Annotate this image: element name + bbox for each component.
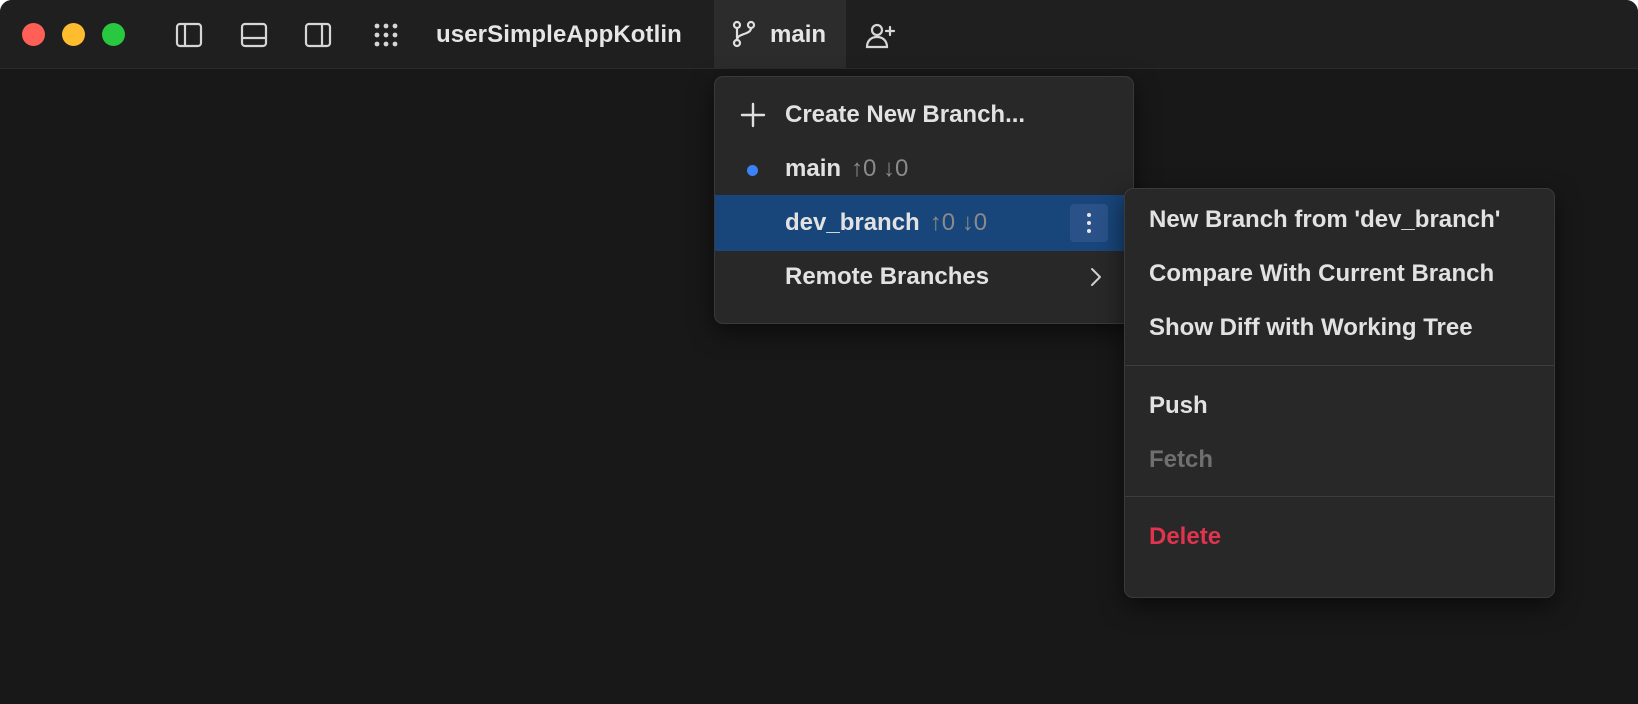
grid-dots-icon[interactable]	[370, 19, 402, 51]
remote-branches-item[interactable]: Remote Branches	[715, 249, 1133, 305]
branch-item-label: dev_branch ↑0 ↓0	[785, 209, 988, 236]
branch-sync-counts: ↑0 ↓0	[929, 209, 988, 236]
create-branch-item[interactable]: Create New Branch...	[715, 87, 1133, 143]
git-branch-icon	[732, 20, 756, 48]
sidebar-left-icon[interactable]	[173, 19, 205, 51]
close-window-button[interactable]	[22, 23, 45, 46]
create-branch-label: Create New Branch...	[785, 101, 1026, 128]
plus-icon	[740, 102, 766, 128]
remote-branches-label: Remote Branches	[785, 263, 990, 290]
delete-item[interactable]: Delete	[1125, 509, 1554, 565]
minimize-window-button[interactable]	[62, 23, 85, 46]
branch-menu: Create New Branch... main ↑0 ↓0 dev_branc…	[714, 76, 1134, 324]
app-window: userSimpleAppKotlin main Create New Bran…	[0, 0, 1638, 704]
branch-button-label: main	[770, 21, 827, 48]
menu-item-label: New Branch from 'dev_branch'	[1149, 206, 1501, 233]
push-item[interactable]: Push	[1125, 378, 1554, 434]
sidebar-right-icon[interactable]	[302, 19, 334, 51]
menu-separator	[1125, 365, 1554, 366]
show-diff-item[interactable]: Show Diff with Working Tree	[1125, 300, 1554, 356]
chevron-right-icon	[1091, 268, 1101, 286]
branch-item-main[interactable]: main ↑0 ↓0	[715, 141, 1133, 197]
fetch-item: Fetch	[1125, 432, 1554, 488]
menu-item-label: Delete	[1149, 523, 1222, 550]
panel-bottom-icon[interactable]	[238, 19, 270, 51]
project-name[interactable]: userSimpleAppKotlin	[436, 19, 682, 51]
branch-item-dev-branch[interactable]: dev_branch ↑0 ↓0	[715, 195, 1133, 251]
menu-separator	[1125, 496, 1554, 497]
menu-item-label: Show Diff with Working Tree	[1149, 314, 1473, 341]
menu-item-label: Fetch	[1149, 446, 1214, 473]
branch-context-menu: New Branch from 'dev_branch' Compare Wit…	[1124, 188, 1555, 598]
menu-item-label: Push	[1149, 392, 1208, 419]
compare-with-current-item[interactable]: Compare With Current Branch	[1125, 246, 1554, 302]
current-branch-dot-icon	[747, 165, 758, 176]
zoom-window-button[interactable]	[102, 23, 125, 46]
new-branch-from-item[interactable]: New Branch from 'dev_branch'	[1125, 192, 1554, 248]
branch-item-label: main ↑0 ↓0	[785, 155, 909, 182]
menu-item-label: Compare With Current Branch	[1149, 260, 1495, 287]
person-add-icon[interactable]	[864, 20, 896, 52]
title-bar: userSimpleAppKotlin main	[0, 0, 1638, 69]
branch-sync-counts: ↑0 ↓0	[851, 155, 909, 182]
branch-switcher-button[interactable]: main	[714, 0, 846, 68]
more-options-icon[interactable]	[1070, 204, 1108, 242]
